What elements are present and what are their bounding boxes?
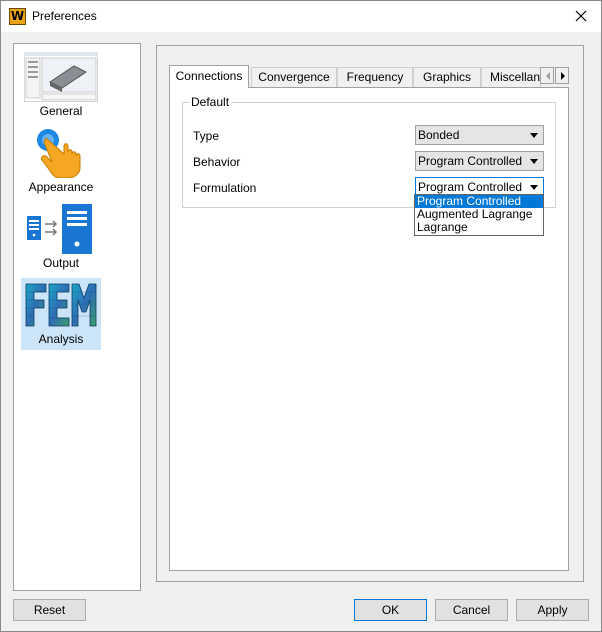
content-panel: Connections Convergence Frequency Graphi… [156,45,584,582]
close-button[interactable] [561,1,601,32]
category-label: Output [42,256,80,270]
tab-graphics[interactable]: Graphics [413,67,481,87]
title-bar: W Preferences [1,1,601,32]
window-title: Preferences [32,9,97,23]
chevron-down-icon [530,185,538,190]
formulation-label: Formulation [193,181,257,195]
tab-connections[interactable]: Connections [169,65,249,88]
file-transfer-icon [27,204,92,254]
category-label: Appearance [28,180,94,194]
apply-button[interactable]: Apply [516,599,589,621]
category-appearance[interactable]: Appearance [21,126,101,198]
category-list: General Appearance Output Analysis [13,43,141,591]
default-group: Default Type Bonded Behavior Program Con… [182,95,556,208]
fem-mesh-icon [25,283,97,327]
pointing-hand-icon [37,129,81,178]
category-label: Analysis [38,332,84,346]
category-label: General [39,104,83,118]
group-title: Default [189,95,232,109]
chevron-left-icon [546,72,550,80]
tab-frequency[interactable]: Frequency [337,67,413,87]
tab-miscellaneous[interactable]: Miscellanec [481,67,541,87]
app-logo-icon: W [9,8,26,25]
tab-strip: Connections Convergence Frequency Graphi… [169,65,569,88]
category-general[interactable]: General [21,50,101,122]
tab-page-connections: Default Type Bonded Behavior Program Con… [169,87,569,571]
cancel-button[interactable]: Cancel [435,599,508,621]
tab-scroll-left-button[interactable] [540,67,554,84]
behavior-value: Program Controlled [418,154,523,168]
behavior-combobox[interactable]: Program Controlled [415,151,544,171]
category-analysis[interactable]: Analysis [21,278,101,350]
ok-button[interactable]: OK [354,599,427,621]
type-label: Type [193,129,220,143]
tab-convergence[interactable]: Convergence [251,67,337,87]
dropdown-option-lagrange[interactable]: Lagrange [415,221,543,234]
behavior-label: Behavior [193,155,241,169]
preferences-window: W Preferences General Appearance Output … [0,0,602,632]
type-combobox[interactable]: Bonded [415,125,544,145]
chevron-right-icon [561,72,565,80]
chevron-down-icon [530,133,538,138]
type-value: Bonded [418,128,460,142]
category-output[interactable]: Output [21,202,101,274]
formulation-dropdown-list: Program Controlled Augmented Lagrange La… [414,194,544,236]
chevron-down-icon [530,159,538,164]
tab-scroll-right-button[interactable] [555,67,569,84]
reset-button[interactable]: Reset [13,599,86,621]
screenshot-thumbnail-icon [24,52,98,102]
close-icon [575,10,587,22]
formulation-value: Program Controlled [418,180,523,194]
